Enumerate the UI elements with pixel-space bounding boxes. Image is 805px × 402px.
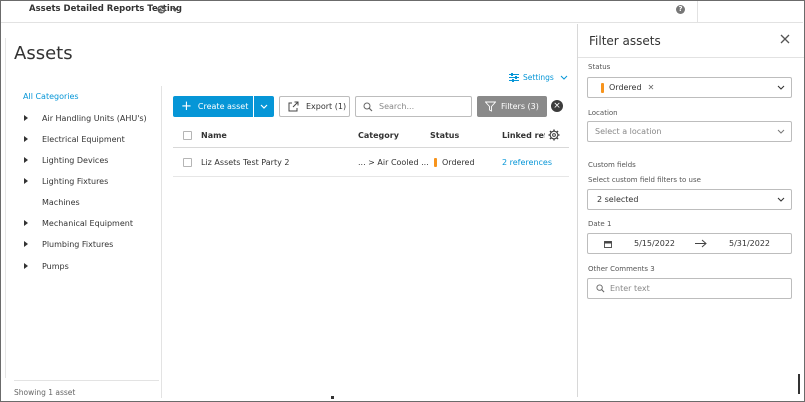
clear-filters-icon[interactable]: × <box>551 100 563 112</box>
help-icon[interactable]: ? <box>676 5 685 14</box>
column-name[interactable]: Name <box>201 131 227 140</box>
category-label: Mechanical Equipment <box>42 218 133 228</box>
comments-input[interactable]: Enter text <box>587 278 792 299</box>
column-status[interactable]: Status <box>430 131 459 140</box>
category-label: Pumps <box>42 261 69 271</box>
plus-icon: + <box>181 99 192 114</box>
asset-count: Showing 1 asset <box>14 380 159 397</box>
comments-label: Other Comments 3 <box>588 265 655 273</box>
create-asset-dropdown[interactable] <box>254 96 274 117</box>
create-asset-label: Create asset <box>197 102 249 111</box>
custom-fields-hint: Select custom field filters to use <box>588 176 701 184</box>
date-range-picker[interactable]: 5/15/2022 5/31/2022 <box>587 233 792 254</box>
category-item[interactable]: Lighting Fixtures <box>24 174 108 188</box>
create-asset-button[interactable]: + Create asset <box>173 96 253 117</box>
expand-icon[interactable] <box>24 178 28 184</box>
linked-references-link[interactable]: 2 references <box>502 158 552 167</box>
status-chip-label: Ordered <box>609 83 642 92</box>
category-item[interactable]: Lighting Devices <box>24 153 108 167</box>
search-placeholder: Search... <box>379 102 415 111</box>
custom-fields-value: 2 selected <box>597 195 639 204</box>
category-item[interactable]: Plumbing Fixtures <box>24 237 113 251</box>
table-header: Name Category Status Linked refe <box>173 124 569 148</box>
close-icon[interactable] <box>779 33 791 45</box>
search-icon <box>596 284 605 293</box>
category-item[interactable]: Mechanical Equipment <box>24 216 133 230</box>
expand-icon[interactable] <box>24 263 28 269</box>
custom-fields-label: Custom fields <box>588 161 636 169</box>
comments-placeholder: Enter text <box>610 284 650 293</box>
location-label: Location <box>588 109 618 117</box>
filter-panel-title: Filter assets <box>589 34 661 48</box>
date-label: Date 1 <box>588 220 612 228</box>
divider <box>578 57 804 58</box>
location-placeholder: Select a location <box>595 127 662 136</box>
filter-panel: Filter assets Status Ordered ✕ Location … <box>577 24 804 397</box>
left-edge <box>5 38 6 378</box>
arrow-right-icon <box>695 239 707 248</box>
asset-category: ... > Air Cooled ... <box>358 158 429 167</box>
column-settings-icon[interactable] <box>548 129 560 141</box>
category-label: Lighting Fixtures <box>42 176 109 186</box>
category-all[interactable]: All Categories <box>23 92 79 101</box>
status-indicator <box>434 158 437 167</box>
project-dropdown-icon[interactable] <box>172 8 178 12</box>
category-label: Air Handling Units (AHU's) <box>42 113 147 123</box>
category-label: Machines <box>42 197 80 207</box>
chevron-down-icon <box>777 85 785 90</box>
location-select[interactable]: Select a location <box>587 121 792 142</box>
globe-icon <box>157 5 166 14</box>
expand-icon[interactable] <box>24 115 28 121</box>
filters-label: Filters (3) <box>501 102 539 111</box>
custom-fields-select[interactable]: 2 selected <box>587 189 792 210</box>
chevron-down-icon <box>777 129 785 134</box>
column-linked[interactable]: Linked refe <box>502 131 545 140</box>
settings-button[interactable]: Settings <box>509 73 572 82</box>
search-icon <box>363 102 373 111</box>
row-checkbox[interactable] <box>183 158 192 167</box>
category-label: Electrical Equipment <box>42 134 125 144</box>
status-label: Status <box>588 63 611 71</box>
expand-icon[interactable] <box>24 241 28 247</box>
expand-icon[interactable] <box>24 157 28 163</box>
search-input[interactable]: Search... <box>355 96 472 117</box>
column-category[interactable]: Category <box>358 131 399 140</box>
category-item[interactable]: Pumps <box>24 259 69 273</box>
status-select[interactable]: Ordered ✕ <box>587 77 792 98</box>
resize-handle[interactable] <box>331 396 334 399</box>
chevron-down-icon <box>560 75 568 80</box>
category-label: Plumbing Fixtures <box>42 239 114 249</box>
scrollbar[interactable] <box>798 374 800 394</box>
chevron-down-icon <box>260 104 268 109</box>
chevron-down-icon <box>777 197 785 202</box>
asset-status: Ordered <box>442 158 475 167</box>
status-indicator <box>601 82 604 93</box>
sliders-icon <box>509 73 519 82</box>
expand-icon[interactable] <box>24 136 28 142</box>
category-label: Lighting Devices <box>42 155 109 165</box>
export-icon <box>288 101 299 112</box>
export-button[interactable]: Export (1) <box>279 96 350 117</box>
date-from[interactable]: 5/15/2022 <box>634 239 675 248</box>
table-row[interactable]: Liz Assets Test Party 2 ... > Air Cooled… <box>173 149 569 177</box>
expand-icon[interactable] <box>24 220 28 226</box>
remove-chip-icon[interactable]: ✕ <box>648 83 655 92</box>
category-item[interactable]: Machines <box>24 195 80 209</box>
filter-icon <box>485 101 496 112</box>
category-item[interactable]: Air Handling Units (AHU's) <box>24 111 147 125</box>
export-label: Export (1) <box>306 102 347 111</box>
asset-name[interactable]: Liz Assets Test Party 2 <box>201 158 289 167</box>
settings-label: Settings <box>523 73 554 82</box>
category-item[interactable]: Electrical Equipment <box>24 132 125 146</box>
filters-button[interactable]: Filters (3) <box>477 96 547 117</box>
page-title: Assets <box>14 43 73 64</box>
category-tree: All Categories Air Handling Units (AHU's… <box>14 86 162 398</box>
select-all-checkbox[interactable] <box>183 131 192 140</box>
calendar-icon <box>604 241 612 248</box>
topbar-divider <box>697 1 698 23</box>
date-to[interactable]: 5/31/2022 <box>729 239 770 248</box>
